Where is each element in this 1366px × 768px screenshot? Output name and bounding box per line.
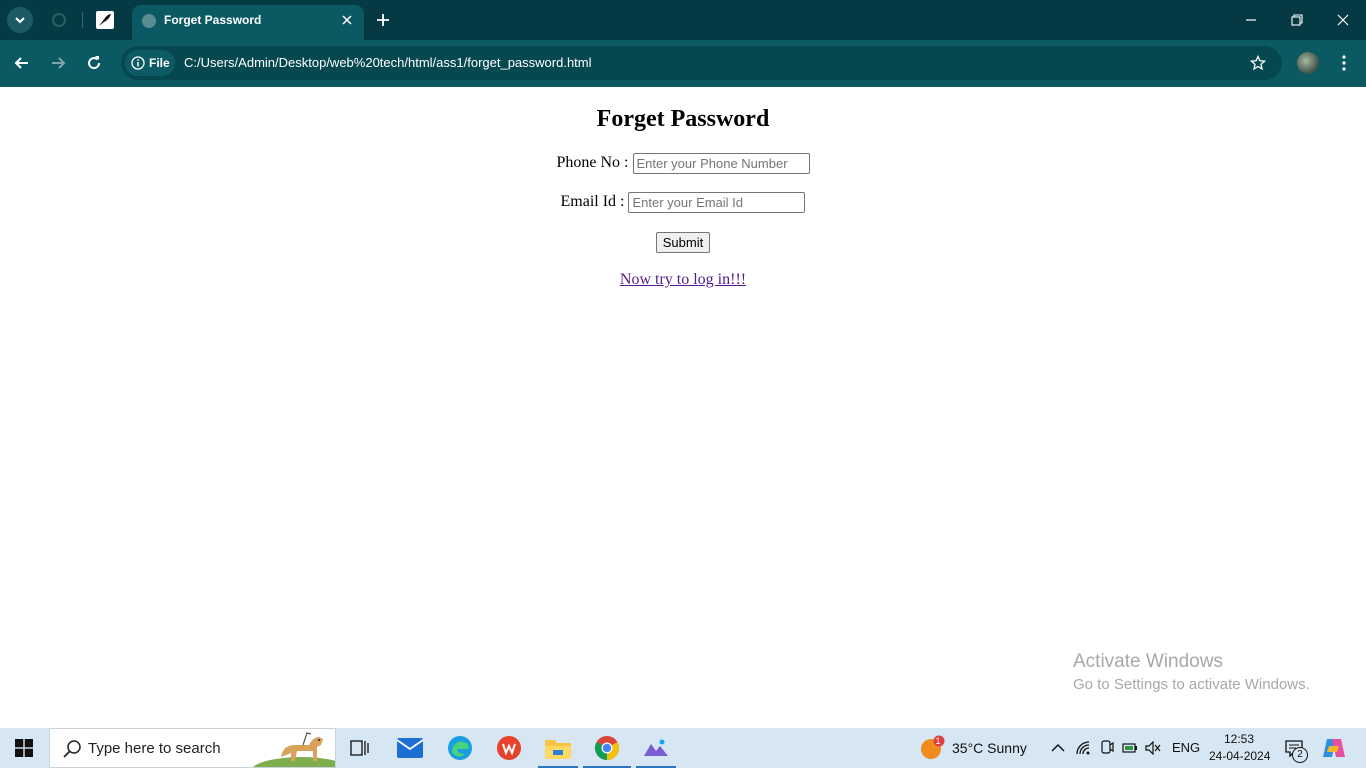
phone-input[interactable] bbox=[632, 153, 810, 174]
email-label: Email Id : bbox=[560, 193, 629, 211]
wps-office-button[interactable] bbox=[495, 734, 523, 762]
plus-icon bbox=[377, 14, 389, 26]
submit-row: Submit bbox=[0, 232, 1366, 253]
minimize-icon bbox=[1246, 19, 1256, 21]
start-button[interactable] bbox=[0, 728, 48, 768]
watermark-title: Activate Windows bbox=[1073, 651, 1223, 672]
close-window-button[interactable] bbox=[1331, 8, 1355, 32]
show-hidden-icons-button[interactable] bbox=[1050, 740, 1066, 756]
watermark-subtitle: Go to Settings to activate Windows. bbox=[1073, 676, 1310, 693]
tab-close-button[interactable] bbox=[338, 11, 356, 29]
submit-button[interactable]: Submit bbox=[655, 232, 711, 253]
meet-now-icon bbox=[1101, 740, 1114, 754]
page-title: Forget Password bbox=[596, 106, 770, 132]
tab-search-button[interactable] bbox=[7, 7, 33, 33]
search-placeholder: Type here to search bbox=[88, 740, 221, 757]
search-icon bbox=[63, 740, 81, 758]
email-input[interactable] bbox=[628, 192, 806, 213]
tab-title: Forget Password bbox=[164, 13, 262, 27]
reload-button[interactable] bbox=[82, 51, 106, 75]
phone-row: Phone No : bbox=[0, 153, 1366, 174]
site-info-label: File bbox=[149, 56, 170, 70]
volume-button[interactable] bbox=[1145, 740, 1161, 756]
task-view-icon bbox=[350, 740, 369, 756]
wps-office-icon bbox=[497, 736, 521, 760]
chrome-icon bbox=[594, 736, 620, 760]
battery-button[interactable] bbox=[1122, 740, 1138, 756]
profile-avatar[interactable] bbox=[1297, 52, 1319, 74]
arrow-right-icon bbox=[52, 57, 66, 69]
email-row: Email Id : bbox=[0, 192, 1366, 213]
file-explorer-button[interactable] bbox=[544, 734, 572, 762]
wifi-icon bbox=[1076, 741, 1090, 755]
clock-date[interactable]: 24-04-2024 bbox=[1209, 749, 1270, 763]
close-icon bbox=[342, 15, 352, 25]
globe-icon bbox=[142, 14, 156, 28]
battery-charging-icon bbox=[1122, 743, 1137, 753]
star-icon bbox=[1250, 55, 1266, 71]
weather-badge-count: 1 bbox=[935, 736, 941, 746]
restore-icon bbox=[1291, 14, 1303, 26]
clock-time[interactable]: 12:53 bbox=[1224, 732, 1254, 746]
reload-icon bbox=[88, 56, 101, 70]
minimize-button[interactable] bbox=[1239, 8, 1263, 32]
taskbar: Type here to search 1 35°C Sunny ENG 12:… bbox=[0, 728, 1366, 768]
login-link[interactable]: Now try to log in!!! bbox=[620, 271, 746, 288]
pinned-tab-favicon-icon[interactable] bbox=[96, 11, 114, 29]
feather-logo-icon bbox=[99, 14, 111, 26]
meet-now-button[interactable] bbox=[1099, 740, 1115, 756]
photos-app-button[interactable] bbox=[642, 734, 670, 762]
weather-text[interactable]: 35°C Sunny bbox=[952, 740, 1027, 756]
close-icon bbox=[1337, 14, 1349, 26]
browser-toolbar: File C:/Users/Admin/Desktop/web%20tech/h… bbox=[0, 40, 1366, 87]
volume-muted-icon bbox=[1145, 741, 1161, 755]
url-text[interactable]: C:/Users/Admin/Desktop/web%20tech/html/a… bbox=[184, 55, 592, 70]
page-content: Forget Password Phone No : Email Id : Su… bbox=[0, 87, 1366, 728]
network-button[interactable] bbox=[1076, 740, 1092, 756]
language-indicator[interactable]: ENG bbox=[1172, 740, 1200, 755]
photos-icon bbox=[644, 739, 668, 756]
address-bar[interactable]: File C:/Users/Admin/Desktop/web%20tech/h… bbox=[121, 46, 1282, 80]
activation-watermark: Activate Windows Go to Settings to activ… bbox=[1073, 651, 1310, 693]
chevron-up-icon bbox=[1051, 743, 1065, 752]
windows-logo-icon bbox=[15, 739, 33, 757]
site-info-chip[interactable]: File bbox=[125, 50, 175, 76]
chrome-app-button[interactable] bbox=[593, 734, 621, 762]
copilot-icon bbox=[1323, 739, 1345, 757]
search-highlight-dog-image bbox=[253, 732, 335, 767]
edge-app-button[interactable] bbox=[446, 734, 474, 762]
info-icon bbox=[131, 56, 145, 70]
forward-button[interactable] bbox=[46, 51, 70, 75]
phone-label: Phone No : bbox=[556, 154, 633, 172]
new-tab-button[interactable] bbox=[373, 10, 393, 30]
mail-app-button[interactable] bbox=[396, 734, 424, 762]
notification-count-badge: 2 bbox=[1292, 747, 1308, 763]
browser-menu-button[interactable] bbox=[1334, 51, 1354, 75]
inactive-tab-icon[interactable] bbox=[51, 12, 67, 28]
folder-icon bbox=[545, 740, 571, 759]
tab-separator bbox=[82, 12, 83, 28]
task-view-button[interactable] bbox=[346, 734, 374, 762]
arrow-left-icon bbox=[14, 57, 28, 69]
login-row: Now try to log in!!! bbox=[0, 271, 1366, 289]
bookmark-button[interactable] bbox=[1248, 53, 1268, 73]
active-tab[interactable]: Forget Password bbox=[132, 5, 364, 40]
more-vertical-icon bbox=[1342, 55, 1346, 71]
edge-browser-icon bbox=[448, 736, 472, 760]
restore-button[interactable] bbox=[1285, 8, 1309, 32]
copilot-button[interactable] bbox=[1320, 734, 1348, 762]
chevron-down-icon bbox=[15, 17, 25, 24]
taskbar-search-box[interactable]: Type here to search bbox=[49, 728, 336, 768]
back-button[interactable] bbox=[10, 51, 34, 75]
mail-icon bbox=[397, 738, 423, 758]
tab-strip: Forget Password bbox=[0, 0, 1366, 40]
